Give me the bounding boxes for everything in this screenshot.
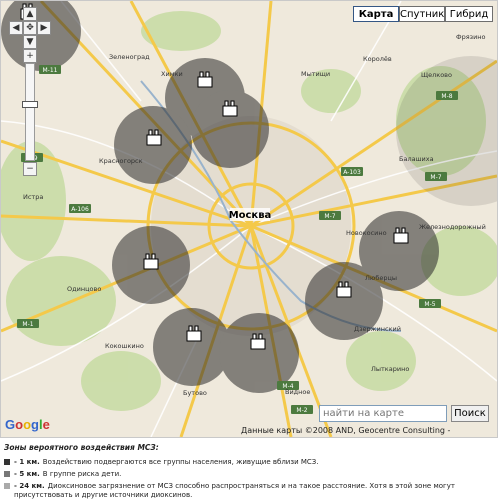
road-shield: A-106 xyxy=(69,204,91,213)
search-button[interactable]: Поиск xyxy=(451,405,489,422)
legend-swatch xyxy=(4,471,10,477)
place-label: Балашиха xyxy=(399,155,434,163)
place-label: Дзержинский xyxy=(354,325,401,333)
legend-distance: - 24 км. xyxy=(14,482,45,490)
map-tiles[interactable]: M-11M-9A-106M-1A-103M-7M-7M-5M-4M-2M-8 Х… xyxy=(1,1,497,437)
legend-item: - 24 км. Диоксиновое загрязнение от МСЗ с… xyxy=(4,482,496,500)
map-type-hybrid[interactable]: Гибрид xyxy=(445,6,493,22)
road-shield: M-8 xyxy=(436,91,458,100)
road-shield: M-2 xyxy=(291,405,313,414)
place-label: Одинцово xyxy=(67,285,101,293)
pan-down-button[interactable]: ▼ xyxy=(23,35,37,49)
road-shield: M-7 xyxy=(425,172,447,181)
map-type-map[interactable]: Карта xyxy=(353,6,399,22)
place-label: Люберцы xyxy=(365,274,397,282)
place-label: Кокошкино xyxy=(105,342,144,350)
legend-item: - 1 км. Воздействию подвергаются все груп… xyxy=(4,458,496,467)
google-logo[interactable]: Google xyxy=(5,417,50,432)
pan-right-button[interactable]: ▶ xyxy=(37,21,51,35)
place-label: Лыткарино xyxy=(371,365,409,373)
svg-text:M-8: M-8 xyxy=(441,93,452,100)
place-label: Мытищи xyxy=(301,70,330,78)
city-label: Москва xyxy=(229,210,272,221)
place-label: Зеленоград xyxy=(109,53,150,61)
place-label: Железнодорожный xyxy=(419,223,486,231)
place-label: Химки xyxy=(161,70,183,78)
pan-center-button[interactable]: ✥ xyxy=(23,21,37,35)
svg-text:A-106: A-106 xyxy=(71,206,89,213)
svg-text:M-11: M-11 xyxy=(43,67,58,74)
place-label: Королёв xyxy=(363,55,392,63)
svg-text:M-7: M-7 xyxy=(430,174,441,181)
incinerator-zone[interactable] xyxy=(153,308,231,386)
zoom-out-button[interactable]: − xyxy=(23,162,37,176)
pan-up-button[interactable]: ▲ xyxy=(23,7,37,21)
map-type-satellite[interactable]: Спутник xyxy=(399,6,445,22)
svg-text:M-5: M-5 xyxy=(424,301,435,308)
map-copyright: Данные карты ©2008 AND, Geocentre Consul… xyxy=(241,426,451,435)
legend-text: В группе риска дети. xyxy=(42,470,122,478)
place-label: Фрязино xyxy=(456,33,486,41)
search-input[interactable] xyxy=(319,405,447,422)
place-label: Красногорск xyxy=(99,157,143,165)
map-search: Поиск xyxy=(319,405,489,422)
road-shield: M-7 xyxy=(319,211,341,220)
place-label: Бутово xyxy=(183,389,207,397)
zoom-in-button[interactable]: + xyxy=(23,49,37,63)
map-canvas[interactable]: M-11M-9A-106M-1A-103M-7M-7M-5M-4M-2M-8 Х… xyxy=(0,0,498,438)
place-label: Щелково xyxy=(421,71,452,79)
legend-distance: - 5 км. xyxy=(14,470,40,478)
svg-text:M-1: M-1 xyxy=(22,321,33,328)
pan-left-button[interactable]: ◀ xyxy=(9,21,23,35)
road-shield: A-103 xyxy=(341,167,363,176)
svg-text:M-7: M-7 xyxy=(324,213,335,220)
incinerator-zone[interactable] xyxy=(191,90,269,168)
road-shield: M-5 xyxy=(419,299,441,308)
place-label: Новокосино xyxy=(346,229,387,237)
legend: Зоны вероятного воздействия МСЗ: - 1 км.… xyxy=(4,443,496,503)
legend-distance: - 1 км. xyxy=(14,458,40,466)
place-label: Истра xyxy=(23,193,43,201)
legend-title: Зоны вероятного воздействия МСЗ: xyxy=(4,443,159,452)
legend-item: - 5 км. В группе риска дети. xyxy=(4,470,496,479)
svg-text:M-2: M-2 xyxy=(296,407,307,414)
zoom-slider-thumb[interactable] xyxy=(22,101,38,108)
legend-swatch xyxy=(4,483,10,489)
legend-swatch xyxy=(4,459,10,465)
svg-text:A-103: A-103 xyxy=(343,169,361,176)
legend-text: Воздействию подвергаются все группы насе… xyxy=(42,458,319,466)
road-shield: M-1 xyxy=(17,319,39,328)
zoom-slider-track[interactable] xyxy=(25,63,35,161)
place-label: Видное xyxy=(285,388,310,396)
road-shield: M-11 xyxy=(39,65,61,74)
